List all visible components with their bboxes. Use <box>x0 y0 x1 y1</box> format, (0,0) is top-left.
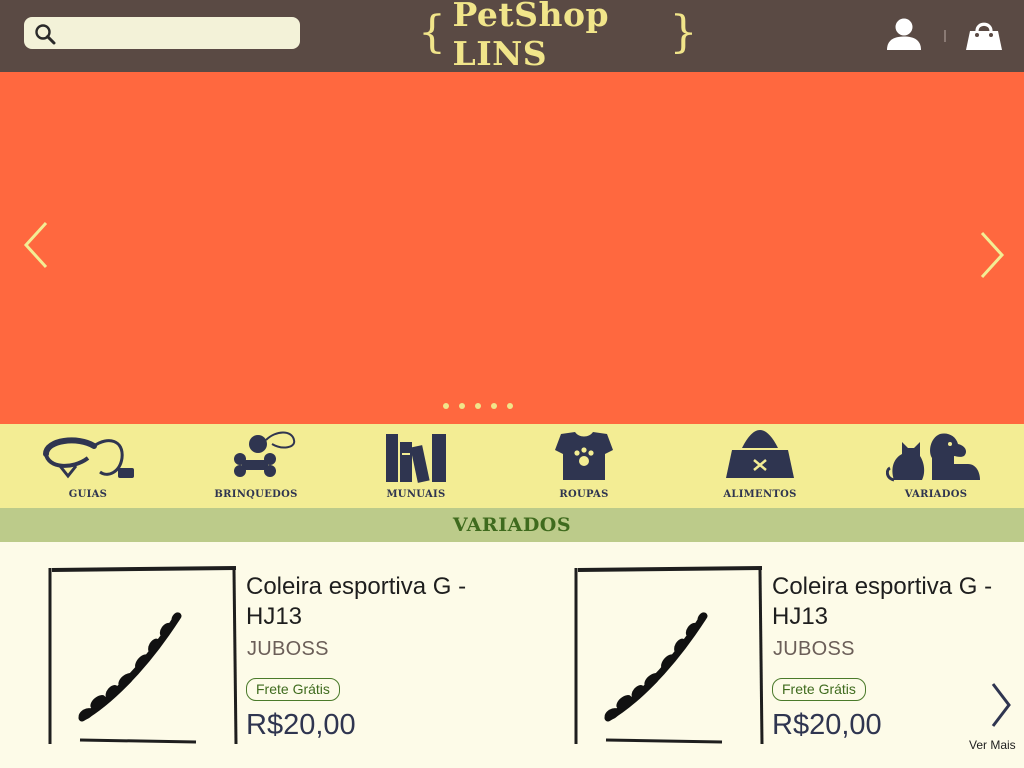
carousel-dot[interactable] <box>491 403 497 409</box>
carousel-dots <box>443 403 513 409</box>
search-input[interactable] <box>64 21 294 45</box>
header: { PetShop LINS } <box>0 0 1024 73</box>
category-label: MUNUAIS <box>386 489 446 500</box>
free-shipping-badge: Frete Grátis <box>772 678 866 701</box>
see-more-link[interactable]: Ver Mais <box>969 738 1016 752</box>
section-header: VARIADOS <box>0 508 1024 542</box>
leash-icon <box>43 437 134 479</box>
category-label: GUIAS <box>68 489 108 500</box>
category-label: BRINQUEDOS <box>214 489 298 500</box>
product-name: Coleira esportiva G - HJ13 <box>772 573 993 630</box>
category-guias[interactable]: GUIAS <box>36 428 140 506</box>
product-brand: JUBOSS <box>247 638 329 660</box>
cart-icon[interactable] <box>964 18 1004 52</box>
product-list: Coleira esportiva G - HJ13 JUBOSS Frete … <box>0 542 1024 768</box>
carousel-dot[interactable] <box>507 403 513 409</box>
category-munuais[interactable]: MUNUAIS <box>374 428 458 506</box>
category-bar: GUIAS BRINQUEDOS MUNUAIS ROUPAS ALIMENTO… <box>0 424 1024 508</box>
section-title: VARIADOS <box>452 514 572 536</box>
user-icon[interactable] <box>884 16 924 52</box>
chevron-right-icon[interactable] <box>988 680 1014 730</box>
category-label: VARIADOS <box>904 489 968 500</box>
carousel-dot[interactable] <box>475 403 481 409</box>
logo-text: PetShop LINS <box>452 0 610 73</box>
search-box[interactable] <box>24 17 300 49</box>
product-price: R$20,00 <box>246 709 356 741</box>
free-shipping-badge: Frete Grátis <box>246 678 340 701</box>
collar-product-image <box>48 566 238 744</box>
category-brinquedos[interactable]: BRINQUEDOS <box>206 428 306 506</box>
carousel-dot[interactable] <box>459 403 465 409</box>
logo[interactable]: { PetShop LINS } <box>412 0 704 73</box>
collar-product-image <box>574 566 764 744</box>
product-card[interactable]: Coleira esportiva G - HJ13 JUBOSS Frete … <box>46 564 516 768</box>
food-bowl-icon <box>726 430 794 478</box>
chevron-right-icon[interactable] <box>974 230 1010 280</box>
category-label: ALIMENTOS <box>723 489 797 500</box>
carousel-dot[interactable] <box>443 403 449 409</box>
category-label: ROUPAS <box>559 489 609 500</box>
search-icon[interactable] <box>34 23 56 45</box>
product-card[interactable]: Coleira esportiva G - HJ13 JUBOSS Frete … <box>572 564 1024 768</box>
product-price: R$20,00 <box>772 709 882 741</box>
product-name: Coleira esportiva G - HJ13 <box>246 573 467 630</box>
books-icon <box>386 434 446 483</box>
chevron-left-icon[interactable] <box>20 220 56 270</box>
header-separator <box>944 30 946 42</box>
product-brand: JUBOSS <box>773 638 855 660</box>
cat-dog-icon <box>886 433 980 482</box>
bone-toy-icon <box>234 431 296 477</box>
petshop-app: { PetShop LINS } GUIAS BRINQUEDOS MUNUAI… <box>0 0 1024 768</box>
banner-carousel[interactable] <box>0 72 1024 424</box>
category-roupas[interactable]: ROUPAS <box>546 428 622 506</box>
category-variados[interactable]: VARIADOS <box>884 428 988 506</box>
logo-brace-close: } <box>669 6 698 58</box>
pet-shirt-icon <box>555 432 613 480</box>
category-alimentos[interactable]: ALIMENTOS <box>716 428 804 506</box>
logo-brace-open: { <box>418 6 447 58</box>
